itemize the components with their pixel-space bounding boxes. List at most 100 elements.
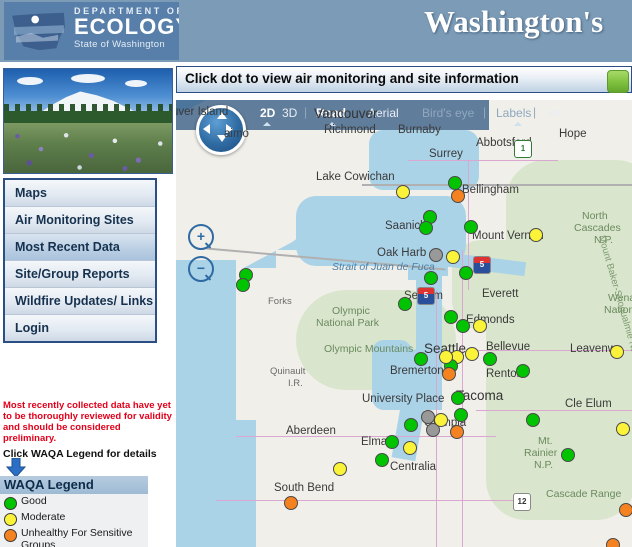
map-panel: Click dot to view air monitoring and sit… — [176, 66, 632, 547]
highway-shield-icon: 5 — [473, 256, 491, 274]
ecology-logo[interactable]: DEPARTMENT OF ECOLOGY State of Washingto… — [4, 2, 179, 60]
monitoring-site-dot[interactable] — [465, 347, 479, 361]
map-label: South Bend — [274, 482, 335, 494]
toolbar-2d[interactable]: 2D — [260, 106, 275, 120]
map-instruction-banner: Click dot to view air monitoring and sit… — [176, 66, 632, 93]
monitoring-site-dot[interactable] — [284, 496, 298, 510]
monitoring-site-dot[interactable] — [396, 185, 410, 199]
monitoring-site-dot[interactable] — [404, 418, 418, 432]
map-label: Olympic Mountains — [324, 343, 414, 355]
nav-item-most-recent-data[interactable]: Most Recent Data — [5, 234, 155, 261]
map-label: Surrey — [429, 148, 463, 160]
monitoring-site-dot[interactable] — [464, 220, 478, 234]
map-label: Cascades — [574, 222, 621, 234]
map-label: Hope — [559, 128, 587, 140]
monitoring-site-dot[interactable] — [403, 441, 417, 455]
monitoring-site-dot[interactable] — [526, 413, 540, 427]
legend-row[interactable]: Unhealthy For Sensitive Groups — [0, 526, 148, 547]
monitoring-site-dot[interactable] — [610, 345, 624, 359]
sidebar: Maps Air Monitoring Sites Most Recent Da… — [0, 62, 175, 547]
monitoring-site-dot[interactable] — [451, 391, 465, 405]
map-label: Rainier — [524, 447, 558, 459]
map-label: Forks — [268, 296, 292, 307]
map-label: Elma — [361, 436, 388, 448]
legend-color-swatch — [4, 513, 17, 526]
map-label: Aberdeen — [286, 425, 336, 437]
map-label: Cle Elum — [565, 398, 612, 410]
map-label: N.P. — [534, 459, 554, 471]
legend-row[interactable]: Good — [0, 494, 148, 510]
monitoring-site-dot[interactable] — [473, 319, 487, 333]
nav-item-login[interactable]: Login — [5, 315, 155, 341]
waqa-legend[interactable]: WAQA Legend Good Moderate Unhealthy For Se… — [0, 476, 148, 547]
monitoring-site-dot[interactable] — [429, 248, 443, 262]
monitoring-site-dot[interactable] — [434, 413, 448, 427]
map-label: Mt. — [538, 435, 553, 447]
toolbar-collapse[interactable]: << — [548, 106, 562, 120]
monitoring-site-dot[interactable] — [459, 266, 473, 280]
map-label: Bellevue — [486, 341, 531, 353]
nav-item-site-group-reports[interactable]: Site/Group Reports — [5, 261, 155, 288]
down-arrow-icon — [5, 458, 27, 478]
monitoring-site-dot[interactable] — [529, 228, 543, 242]
monitoring-site-dot[interactable] — [561, 448, 575, 462]
legend-label: Unhealthy For Sensitive Groups — [21, 527, 133, 547]
map-label: I.R. — [288, 378, 303, 389]
monitoring-site-dot[interactable] — [424, 271, 438, 285]
page-title: Washington's — [424, 4, 604, 39]
monitoring-site-dot[interactable] — [375, 453, 389, 467]
monitoring-site-dot[interactable] — [398, 297, 412, 311]
green-action-button[interactable] — [607, 70, 629, 93]
nav-item-air-monitoring-sites[interactable]: Air Monitoring Sites — [5, 207, 155, 234]
map-label: Quinault — [270, 366, 306, 377]
monitoring-site-dot[interactable] — [446, 250, 460, 264]
highway-shield-icon: 12 — [513, 493, 531, 511]
monitoring-site-dot[interactable] — [483, 352, 497, 366]
toolbar-3d[interactable]: 3D — [282, 106, 297, 120]
map-label: North — [582, 210, 608, 222]
map-label: aimo — [224, 128, 249, 140]
page-header: DEPARTMENT OF ECOLOGY State of Washingto… — [0, 0, 632, 62]
map-label: Lake Cowichan — [316, 171, 395, 183]
monitoring-site-dot[interactable] — [419, 221, 433, 235]
map-label: Centralia — [390, 461, 437, 473]
map-label: Strait of Juan de Fuca — [332, 261, 435, 273]
monitoring-site-dot[interactable] — [456, 319, 470, 333]
toolbar-labels[interactable]: Labels — [496, 106, 531, 120]
map-label: Oak Harb — [377, 247, 427, 259]
monitoring-site-dot[interactable] — [414, 352, 428, 366]
toolbar-birds-eye[interactable]: Bird's eye — [422, 106, 474, 120]
nav-item-maps[interactable]: Maps — [5, 180, 155, 207]
monitoring-site-dot[interactable] — [451, 189, 465, 203]
monitoring-site-dot[interactable] — [333, 462, 347, 476]
monitoring-site-dot[interactable] — [619, 503, 632, 517]
map-label: Bremerton — [390, 365, 444, 377]
map-label: University Place — [362, 393, 445, 405]
main-navigation: Maps Air Monitoring Sites Most Recent Da… — [3, 178, 157, 343]
monitoring-site-dot[interactable] — [385, 435, 399, 449]
monitoring-site-dot[interactable] — [439, 350, 453, 364]
legend-label: Good — [21, 495, 47, 507]
monitoring-site-dot[interactable] — [236, 278, 250, 292]
air-monitoring-page: DEPARTMENT OF ECOLOGY State of Washingto… — [0, 0, 632, 547]
legend-title[interactable]: WAQA Legend — [0, 476, 148, 494]
monitoring-site-dot[interactable] — [616, 422, 630, 436]
monitoring-site-dot[interactable] — [450, 425, 464, 439]
preliminary-data-disclaimer: Most recently collected data have yet to… — [3, 400, 172, 444]
monitoring-site-dot[interactable] — [454, 408, 468, 422]
legend-row[interactable]: Moderate — [0, 510, 148, 526]
map-label: Everett — [482, 288, 519, 300]
map-label: Bellingham — [462, 184, 519, 196]
map-label: Vancouver — [314, 106, 378, 121]
map-label: National Park — [316, 317, 380, 329]
legend-hint-text: Click WAQA Legend for details — [3, 448, 157, 460]
map-label: uver Island — [176, 106, 229, 118]
nav-item-wildfire-updates-links[interactable]: Wildfire Updates/ Links — [5, 288, 155, 315]
interactive-map[interactable]: 2D 3D | Road Aerial Bird's eye | Labels … — [176, 100, 632, 547]
monitoring-site-dot[interactable] — [421, 410, 435, 424]
monitoring-site-dot[interactable] — [606, 538, 620, 547]
monitoring-site-dot[interactable] — [442, 367, 456, 381]
map-label: Richmond — [324, 124, 376, 136]
monitoring-site-dot[interactable] — [448, 176, 462, 190]
monitoring-site-dot[interactable] — [516, 364, 530, 378]
